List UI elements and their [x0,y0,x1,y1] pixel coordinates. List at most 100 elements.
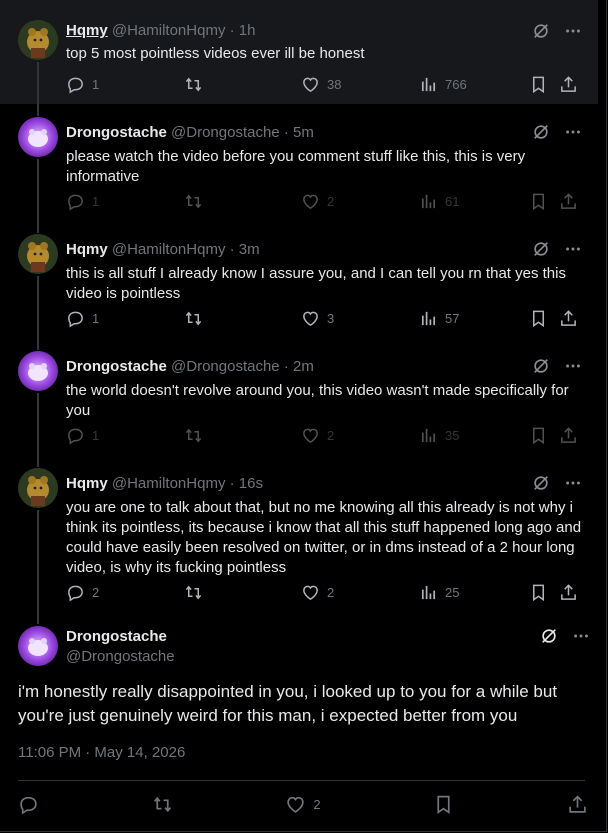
tweet-time[interactable]: · 5m [284,124,314,141]
grok-icon[interactable] [532,357,550,375]
reply-tweet[interactable]: Drongostache @Drongostache · 5m please w… [0,117,600,217]
like-button[interactable]: 2 [285,794,321,815]
like-button[interactable]: 3 [301,309,419,328]
like-button[interactable]: 2 [301,583,419,602]
views-icon [421,311,436,326]
share-button[interactable] [559,192,578,211]
repost-button[interactable] [184,426,301,445]
like-button[interactable]: 38 [301,75,419,94]
like-button[interactable]: 2 [301,426,419,445]
avatar-drongostache[interactable] [18,117,58,157]
author-name[interactable]: Drongostache [66,358,167,375]
reply-tweet[interactable]: Hqmy @HamiltonHqmy · 16s you are one to … [0,468,600,608]
author-handle[interactable]: @HamiltonHqmy [112,22,226,39]
author-name[interactable]: Drongostache [66,124,167,141]
repost-button[interactable] [184,309,301,328]
main-tweet-timestamp[interactable]: 11:06 PM · May 14, 2026 [18,744,185,761]
grok-icon[interactable] [540,627,558,645]
avatar-hqmy[interactable] [18,20,58,60]
tweet-actions: 1 2 61 [66,192,586,211]
reply-button[interactable]: 1 [66,309,184,328]
reply-button[interactable]: 1 [66,192,184,211]
bookmark-button[interactable] [529,583,559,602]
author-handle[interactable]: @Drongostache [171,358,280,375]
author-handle[interactable]: @Drongostache [66,648,175,665]
reply-tweet[interactable]: Hqmy @HamiltonHqmy · 1h top 5 most point… [0,0,600,104]
more-icon[interactable] [564,123,582,141]
grok-icon[interactable] [532,22,550,40]
share-button[interactable] [559,583,578,602]
bookmark-button[interactable] [529,426,559,445]
tweet-time[interactable]: · 3m [230,241,260,258]
more-icon[interactable] [564,22,582,40]
reply-button[interactable]: 1 [66,75,184,94]
reply-button[interactable]: 1 [66,426,184,445]
more-icon[interactable] [564,474,582,492]
views-icon [421,428,436,443]
more-icon[interactable] [564,240,582,258]
tweet-time[interactable]: · 2m [284,358,314,375]
share-button[interactable] [559,309,578,328]
avatar-drongostache[interactable] [18,351,58,391]
reply-button[interactable] [18,794,39,815]
author-handle[interactable]: @Drongostache [171,124,280,141]
tweet-header: Hqmy @HamiltonHqmy · 16s [66,475,263,492]
reply-icon [68,585,83,602]
views-button[interactable]: 35 [419,426,529,445]
author-handle[interactable]: @HamiltonHqmy [112,475,226,492]
reply-count: 1 [92,77,100,92]
share-button[interactable] [559,75,578,94]
avatar-hqmy[interactable] [18,234,58,274]
bookmark-button[interactable] [529,309,559,328]
reply-icon [68,428,83,445]
bookmark-button[interactable] [433,794,454,815]
share-button[interactable] [567,794,588,815]
more-icon[interactable] [564,357,582,375]
reply-count: 2 [92,585,100,600]
repost-button[interactable] [184,75,301,94]
repost-button[interactable] [184,192,301,211]
grok-icon[interactable] [532,123,550,141]
author-name[interactable]: Hqmy [66,241,108,258]
bookmark-button[interactable] [529,75,559,94]
views-icon [421,77,436,92]
avatar-hqmy[interactable] [18,468,58,508]
tweet-time[interactable]: · 16s [230,475,263,492]
tweet-time[interactable]: · 1h [230,22,256,39]
author-handle[interactable]: @HamiltonHqmy [112,241,226,258]
tweet-actions: 2 2 25 [66,583,586,602]
author-name[interactable]: Drongostache [66,628,167,645]
share-icon [561,584,576,600]
heart-icon [303,77,318,93]
repost-icon [185,77,202,92]
reply-tweet[interactable]: Hqmy @HamiltonHqmy · 3m this is all stuf… [0,234,600,334]
view-count: 766 [445,77,467,92]
views-button[interactable]: 61 [419,192,529,211]
grok-icon[interactable] [532,474,550,492]
tweet-top-icons [532,357,582,375]
views-button[interactable]: 57 [419,309,529,328]
repost-button[interactable] [184,583,301,602]
avatar-drongostache[interactable] [18,626,58,666]
like-count: 2 [327,428,335,443]
views-button[interactable]: 25 [419,583,529,602]
tweet-top-icons [532,240,582,258]
author-name[interactable]: Hqmy [66,475,108,492]
share-button[interactable] [559,426,578,445]
like-button[interactable]: 2 [301,192,419,211]
author-name[interactable]: Hqmy [66,22,108,39]
tweet-text: the world doesn't revolve around you, th… [66,382,569,419]
tweet-actions: 1 38 766 [66,75,586,94]
more-icon[interactable] [572,627,590,645]
reply-tweet[interactable]: Drongostache @Drongostache · 2m the worl… [0,351,600,451]
reply-button[interactable]: 2 [66,583,184,602]
heart-icon [287,796,305,813]
main-tweet-text: i'm honestly really disappointed in you,… [18,682,558,725]
bookmark-button[interactable] [529,192,559,211]
grok-icon[interactable] [532,240,550,258]
repost-button[interactable] [152,794,173,815]
views-button[interactable]: 766 [419,75,529,94]
share-icon [561,427,576,443]
tweet-header: Drongostache @Drongostache · 2m [66,358,314,375]
tweet-header: Hqmy @HamiltonHqmy · 3m [66,241,260,258]
